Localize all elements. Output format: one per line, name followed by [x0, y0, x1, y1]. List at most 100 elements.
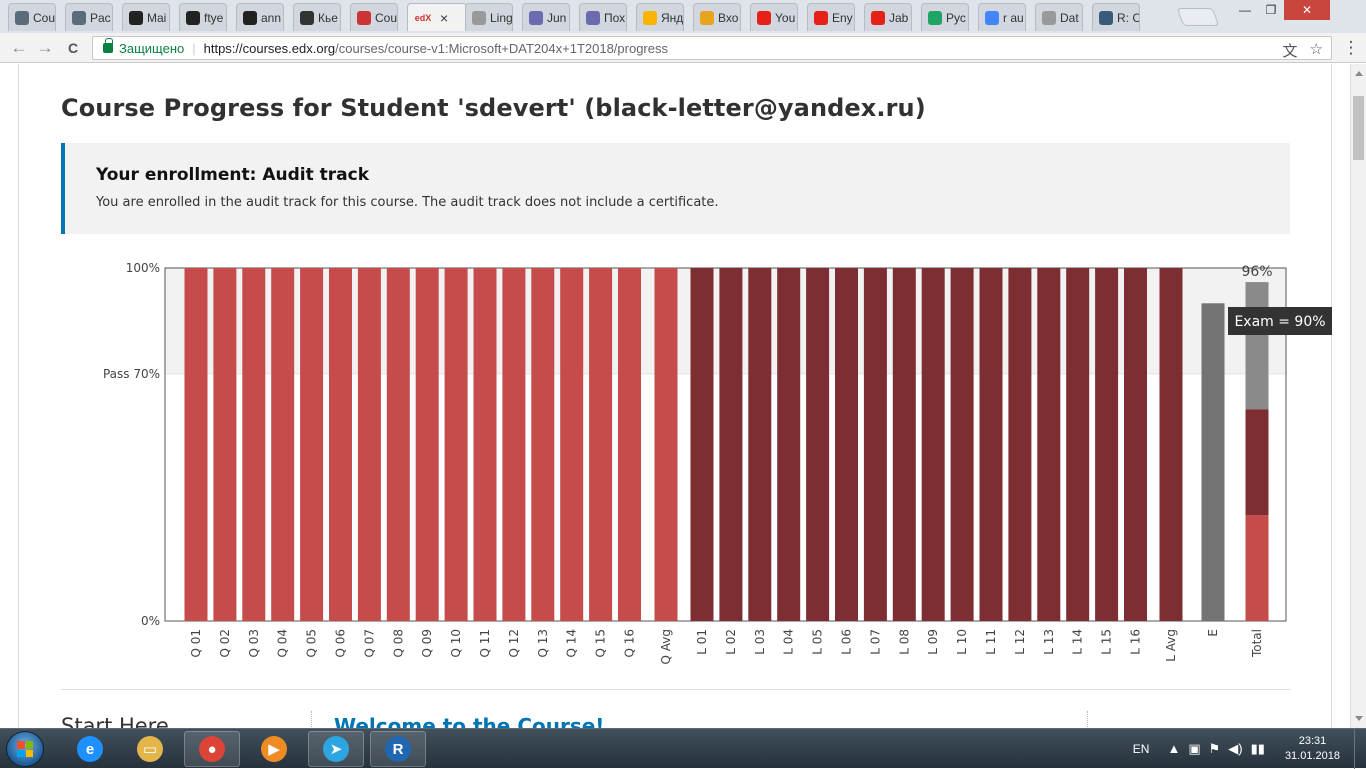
- scroll-down-arrow-icon[interactable]: [1355, 716, 1363, 721]
- system-tray: EN ▲ ▣ ⚑ ◀) ▮▮ 23:31 31.01.2018: [1133, 729, 1366, 769]
- address-bar[interactable]: Защищено | https://courses.edx.org/cours…: [92, 36, 1332, 60]
- chart-bar: [1159, 268, 1183, 621]
- browser-tab[interactable]: ftye: [179, 3, 227, 31]
- taskbar-app[interactable]: ▭: [122, 731, 178, 767]
- browser-tab[interactable]: edX ×: [407, 3, 467, 31]
- language-indicator[interactable]: EN: [1133, 742, 1150, 756]
- tab-title: You: [775, 10, 796, 25]
- browser-tab[interactable]: R: C: [1092, 3, 1140, 31]
- forward-arrow-icon[interactable]: →: [34, 37, 56, 59]
- taskbar-app[interactable]: ●: [184, 731, 240, 767]
- tab-title: ftye: [204, 10, 224, 25]
- bookmark-star-icon[interactable]: ☆: [1310, 40, 1323, 61]
- tab-title: Кье: [318, 10, 338, 25]
- translate-icon[interactable]: 文: [1283, 40, 1298, 61]
- close-window-button[interactable]: ✕: [1284, 0, 1330, 20]
- browser-tab[interactable]: Cou: [8, 3, 56, 31]
- x-tick-label: L 01: [695, 629, 709, 655]
- edx-r-icon: [72, 10, 86, 25]
- show-desktop-button[interactable]: [1354, 729, 1366, 769]
- chart-bar: [835, 268, 858, 621]
- browser-tab[interactable]: Jun: [522, 3, 570, 31]
- tab-title: Eny: [832, 10, 853, 25]
- menu-icon[interactable]: ⋮: [1340, 37, 1362, 59]
- exam-tooltip-text: Exam = 90%: [1234, 314, 1325, 330]
- x-tick-label: L 13: [1042, 629, 1056, 655]
- total-value-label: 96%: [1241, 264, 1272, 280]
- column-separator: [1087, 711, 1088, 728]
- browser-tab[interactable]: Jab: [864, 3, 912, 31]
- device-icon[interactable]: ▣: [1188, 741, 1200, 757]
- tab-title: Cou: [33, 10, 56, 25]
- chart-bar: [654, 268, 678, 621]
- browser-tab[interactable]: ann: [236, 3, 284, 31]
- taskbar-app[interactable]: ▶: [246, 731, 302, 767]
- new-tab-button[interactable]: [1176, 8, 1220, 26]
- windows-logo-icon: [17, 741, 33, 757]
- x-tick-label: L 12: [1013, 629, 1027, 655]
- volume-icon[interactable]: ◀): [1228, 741, 1242, 757]
- enrollment-text: You are enrolled in the audit track for …: [96, 195, 719, 210]
- x-tick-label: L 16: [1129, 629, 1143, 655]
- total-bar-segment: [1245, 515, 1269, 621]
- x-tick-label: Q 06: [334, 629, 348, 658]
- taskbar-app[interactable]: e: [62, 731, 118, 767]
- back-arrow-icon[interactable]: ←: [8, 37, 30, 59]
- taskbar-app[interactable]: ➤: [308, 731, 364, 767]
- section-link-welcome[interactable]: Welcome to the Course!: [334, 714, 604, 728]
- browser-tab[interactable]: r au: [978, 3, 1026, 31]
- browser-tab[interactable]: Mai: [122, 3, 170, 31]
- browser-tab[interactable]: Cou: [350, 3, 398, 31]
- chart-bar: [748, 268, 772, 621]
- x-tick-label: L 08: [897, 629, 911, 655]
- chart-bar: [719, 268, 743, 621]
- taskbar-app[interactable]: R: [370, 731, 426, 767]
- action-center-flag-icon[interactable]: ⚑: [1209, 741, 1221, 757]
- x-tick-label: Q 12: [507, 629, 521, 658]
- chart-bar: [589, 268, 613, 621]
- tab-title: Dat: [1060, 10, 1079, 25]
- clock[interactable]: 23:31 31.01.2018: [1285, 734, 1340, 764]
- edx-icon: [357, 10, 371, 25]
- chart-bar: [473, 268, 497, 621]
- browser-tab[interactable]: Ling: [465, 3, 513, 31]
- browser-tab[interactable]: Pac: [65, 3, 113, 31]
- x-tick-label: Q 05: [305, 629, 319, 658]
- windows-taskbar: e ▭ ● ▶ ➤ R EN ▲ ▣ ⚑ ◀) ▮▮ 23:31 31.01.2018: [0, 728, 1366, 769]
- start-button[interactable]: [6, 731, 44, 767]
- x-tick-label: L 14: [1071, 629, 1085, 655]
- browser-tab[interactable]: You: [750, 3, 798, 31]
- tab-title: Pac: [90, 10, 111, 25]
- edx-r-icon: [15, 10, 29, 25]
- browser-tab[interactable]: Вхо: [693, 3, 741, 31]
- close-tab-icon[interactable]: ×: [440, 10, 448, 26]
- browser-tab[interactable]: Кье: [293, 3, 341, 31]
- page-scrollbar[interactable]: [1350, 64, 1366, 728]
- scroll-thumb[interactable]: [1353, 96, 1364, 160]
- maximize-button[interactable]: ❐: [1258, 0, 1284, 20]
- chart-bar: [1095, 268, 1119, 621]
- chart-bar: [979, 268, 1003, 621]
- reload-icon[interactable]: C: [62, 37, 84, 59]
- x-tick-label: L 09: [926, 629, 940, 655]
- chart-bar: [560, 268, 584, 621]
- browser-tab[interactable]: Рус: [921, 3, 969, 31]
- minimize-button[interactable]: —: [1232, 0, 1258, 20]
- show-hidden-icons-icon[interactable]: ▲: [1167, 741, 1180, 757]
- scroll-up-arrow-icon[interactable]: [1355, 71, 1363, 76]
- x-tick-label: L 10: [955, 629, 969, 655]
- y-tick-label: 0%: [141, 614, 160, 628]
- browser-tab[interactable]: Янд: [636, 3, 684, 31]
- y-tick-label: Pass 70%: [103, 367, 160, 381]
- x-tick-label: L 03: [753, 629, 767, 655]
- url-path: /courses/course-v1:Microsoft+DAT204x+1T2…: [335, 40, 668, 56]
- network-icon[interactable]: ▮▮: [1251, 741, 1265, 757]
- page-viewport: Course Progress for Student 'sdevert' (b…: [0, 64, 1350, 728]
- browser-tab[interactable]: Eny: [807, 3, 855, 31]
- youtube-icon: [757, 10, 771, 25]
- browser-tab[interactable]: Dat: [1035, 3, 1083, 31]
- tab-title: r au: [1003, 10, 1024, 25]
- tab-title: Mai: [147, 10, 167, 25]
- browser-tab[interactable]: Пох: [579, 3, 627, 31]
- person-icon: [529, 10, 543, 25]
